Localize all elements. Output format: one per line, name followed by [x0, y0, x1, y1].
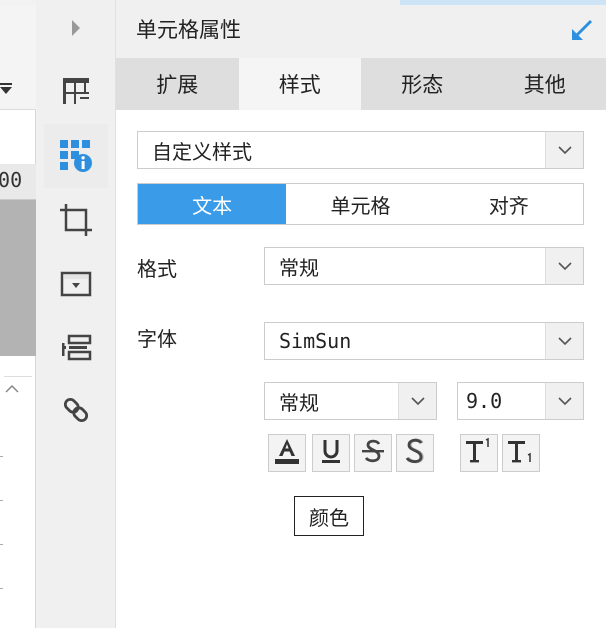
chevron-down-icon[interactable]: [398, 383, 436, 419]
font-color-icon: [272, 436, 302, 470]
format-label: 格式: [137, 257, 177, 281]
color-button[interactable]: 颜色: [294, 496, 364, 536]
strikethrough-button[interactable]: [354, 434, 392, 472]
superscript-icon: [464, 436, 494, 470]
superscript-button[interactable]: [460, 434, 498, 472]
strikethrough-icon: [358, 436, 388, 470]
canvas-area: 300: [0, 0, 36, 628]
attribute-icon-bar: [36, 0, 116, 628]
scroll-divider: [4, 376, 32, 377]
format-select[interactable]: 常规: [264, 247, 584, 285]
segment-align[interactable]: 对齐: [434, 184, 583, 224]
canvas-toolbar: [0, 6, 36, 110]
toolbar-dropdown-icon[interactable]: [0, 83, 12, 94]
panel-title: 单元格属性: [136, 18, 241, 42]
app-window: 300: [0, 0, 606, 628]
tab-shape[interactable]: 形态: [361, 58, 484, 110]
subscript-button[interactable]: [502, 434, 540, 472]
chevron-down-icon[interactable]: [545, 323, 583, 359]
style-type-select[interactable]: 自定义样式: [137, 131, 584, 169]
font-label: 字体: [137, 327, 177, 351]
font-style-value: 常规: [279, 390, 319, 415]
scroll-up-icon[interactable]: [4, 382, 20, 398]
style-type-value: 自定义样式: [152, 139, 252, 164]
font-family-select[interactable]: SimSun: [264, 322, 584, 360]
underline-icon: [316, 436, 346, 470]
ruler-value: 300: [0, 168, 23, 192]
style-segment-control: 文本 单元格 对齐: [137, 183, 584, 225]
subscript-icon: [506, 436, 536, 470]
row-ticks: [0, 420, 4, 620]
column-ruler: 300: [0, 164, 36, 200]
segment-cell[interactable]: 单元格: [286, 184, 435, 224]
tab-style[interactable]: 样式: [238, 58, 361, 110]
font-color-button[interactable]: [268, 434, 306, 472]
collapse-panel-icon[interactable]: [570, 18, 594, 46]
collapse-arrow-icon[interactable]: [72, 20, 80, 36]
shadow-button[interactable]: [396, 434, 434, 472]
tab-other[interactable]: 其他: [484, 58, 606, 110]
segment-text[interactable]: 文本: [138, 184, 287, 224]
format-value: 常规: [279, 255, 319, 280]
table-attr-icon[interactable]: [60, 75, 92, 107]
widget-icon[interactable]: [60, 268, 92, 300]
border-icon[interactable]: [60, 204, 92, 236]
panel-header: 单元格属性: [116, 0, 606, 58]
font-size-value: 9.0: [466, 389, 503, 413]
font-size-select[interactable]: 9.0: [457, 382, 584, 420]
link-icon[interactable]: [60, 394, 92, 426]
cell-attr-icon[interactable]: [44, 124, 108, 188]
chevron-down-icon[interactable]: [545, 132, 583, 168]
panel-tabs: 扩展 样式 形态 其他: [116, 58, 606, 110]
condition-icon[interactable]: [60, 332, 92, 364]
font-style-select[interactable]: 常规: [264, 382, 437, 420]
chevron-down-icon[interactable]: [545, 383, 583, 419]
chevron-down-icon[interactable]: [545, 248, 583, 284]
font-family-value: SimSun: [279, 329, 352, 353]
header-accent-strip: [400, 0, 606, 5]
underline-button[interactable]: [312, 434, 350, 472]
shadow-icon: [400, 436, 430, 470]
tab-expand[interactable]: 扩展: [116, 58, 239, 110]
